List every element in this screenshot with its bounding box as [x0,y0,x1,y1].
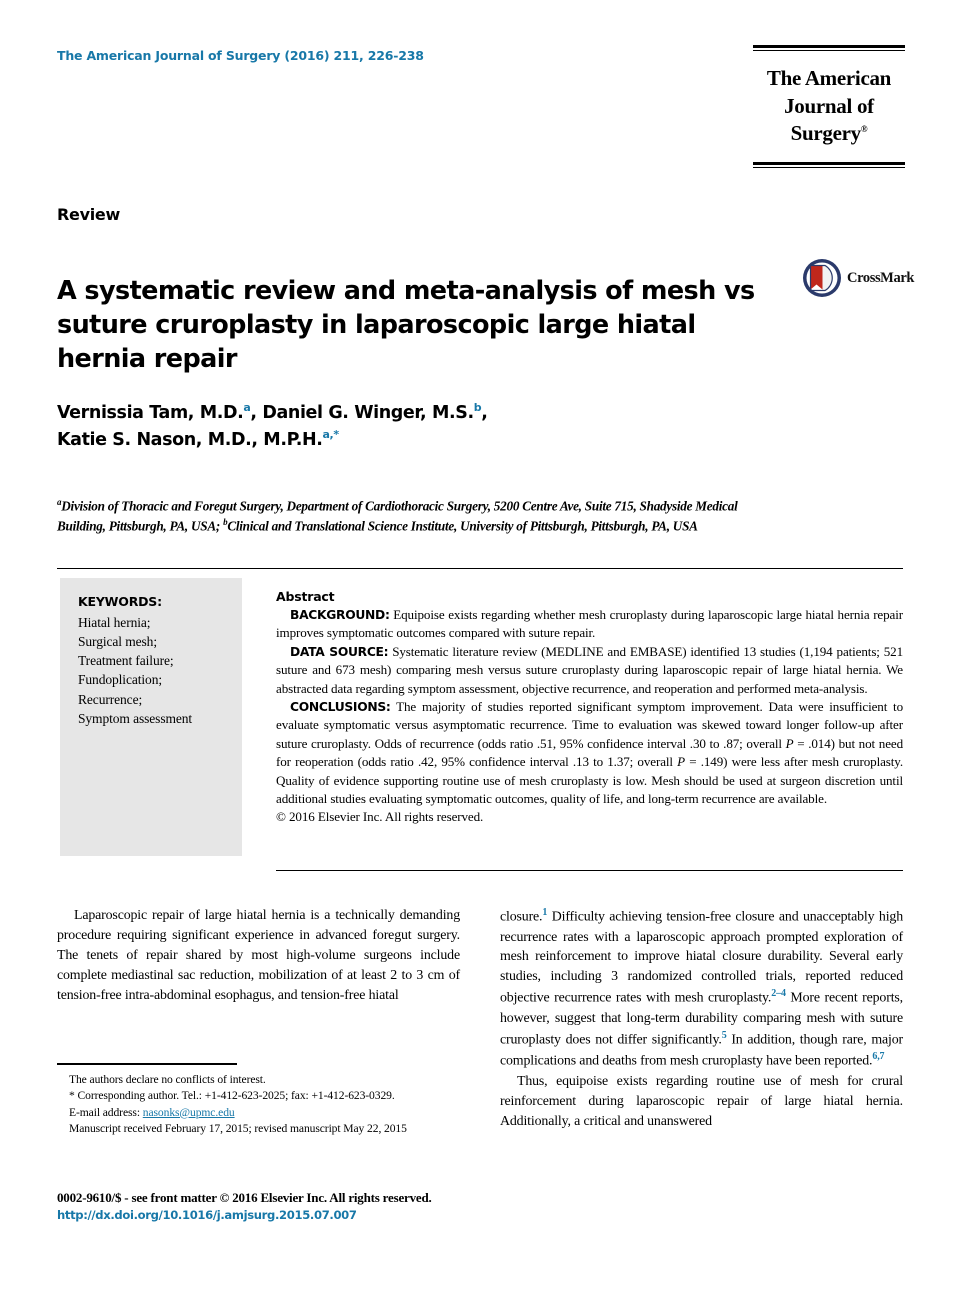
abstract-data-source-label: DATA SOURCE: [290,644,389,659]
affiliations: aDivision of Thoracic and Foregut Surger… [57,496,757,536]
body-column-left: Laparoscopic repair of large hiatal hern… [57,906,460,1006]
logo-line-2-text: Journal of Surgery [784,93,874,146]
abstract-data-source: DATA SOURCE: Systematic literature revie… [276,643,903,698]
abstract-copyright: © 2016 Elsevier Inc. All rights reserved… [276,809,484,825]
body-paragraph: Thus, equipoise exists regarding routine… [500,1073,903,1129]
citation-reference[interactable]: 6,7 [872,1051,884,1062]
author-name-winger: , Daniel G. Winger, M.S. [250,403,474,423]
footnote-manuscript-dates: Manuscript received February 17, 2015; r… [69,1122,407,1136]
keyword-item[interactable]: Surgical mesh; [78,632,228,651]
author-line-2: Katie S. Nason, M.D., M.P.H.a,* [57,427,797,454]
keywords-panel: KEYWORDS: Hiatal hernia; Surgical mesh; … [60,578,242,856]
body-paragraph: Laparoscopic repair of large hiatal hern… [57,908,460,1003]
logo-rule-top [753,45,905,51]
page-footer: 0002-9610/$ - see front matter © 2016 El… [57,1190,903,1222]
email-link[interactable]: nasonks@upmc.edu [143,1106,235,1119]
abstract-conclusions: CONCLUSIONS: The majority of studies rep… [276,698,903,808]
footnote-block: The authors declare no conflicts of inte… [57,1072,460,1137]
abstract-divider [276,870,903,871]
section-label: Review [57,205,120,224]
crossmark-badge[interactable]: CrossMark [802,258,914,298]
logo-rule-bottom [753,162,905,169]
abstract-p-value-symbol-1: P [785,735,794,751]
footnote-conflicts: The authors declare no conflicts of inte… [69,1073,266,1086]
crossmark-icon [802,258,842,298]
abstract-background: BACKGROUND: Equipoise exists regarding w… [276,606,903,643]
abstract-section: Abstract BACKGROUND: Equipoise exists re… [276,589,903,827]
footnote-corresponding-author: * Corresponding author. Tel.: +1-412-623… [69,1089,395,1103]
email-label: E-mail address: [69,1105,140,1119]
masthead: The American Journal of Surgery (2016) 2… [57,48,487,63]
journal-logo: The American Journal of Surgery® [753,45,905,169]
author-line-1-tail: , [481,403,488,423]
author-line-1: Vernissia Tam, M.D.a, Daniel G. Winger, … [57,400,797,427]
abstract-background-label: BACKGROUND: [290,608,390,622]
doi-link[interactable]: http://dx.doi.org/10.1016/j.amjsurg.2015… [57,1208,903,1222]
keywords-title: KEYWORDS: [78,594,162,609]
author-affil-marker-a-corresponding[interactable]: a,* [323,428,340,441]
keyword-item[interactable]: Symptom assessment [78,709,228,728]
author-name-tam: Vernissia Tam, M.D. [57,403,244,423]
abstract-conclusions-label: CONCLUSIONS: [290,699,391,714]
keyword-item[interactable]: Treatment failure; [78,651,228,670]
footnote-email: E-mail address: nasonks@upmc.edu [57,1105,460,1121]
abstract-p-value-symbol-2: P [677,754,686,770]
journal-reference: The American Journal of Surgery (2016) 2… [57,48,424,63]
body-paragraph: closure.1 Difficulty achieving tension-f… [500,906,903,1072]
logo-line-2: Journal of Surgery® [753,93,905,148]
issn-copyright-line: 0002-9610/$ - see front matter © 2016 El… [57,1190,432,1205]
logo-line-1: The American [766,66,892,90]
author-name-nason: Katie S. Nason, M.D., M.P.H. [57,429,323,450]
abstract-title: Abstract [276,589,335,604]
citation-reference[interactable]: 2–4 [771,988,786,999]
affiliation-b-text: Clinical and Translational Science Insti… [227,518,698,534]
author-list: Vernissia Tam, M.D.a, Daniel G. Winger, … [57,400,797,453]
body-column-right: closure.1 Difficulty achieving tension-f… [500,906,903,1131]
header-divider [57,568,903,569]
journal-article-page: The American Journal of Surgery (2016) 2… [0,0,960,1290]
logo-trademark: ® [860,124,868,135]
keyword-item[interactable]: Recurrence; [78,690,228,709]
keyword-item[interactable]: Fundoplication; [78,670,228,689]
footnote-divider [57,1063,237,1065]
page-title: A systematic review and meta-analysis of… [57,276,755,374]
crossmark-label: CrossMark [847,269,915,286]
keyword-item[interactable]: Hiatal hernia; [78,613,228,632]
body-text-segment: closure. [500,909,543,925]
